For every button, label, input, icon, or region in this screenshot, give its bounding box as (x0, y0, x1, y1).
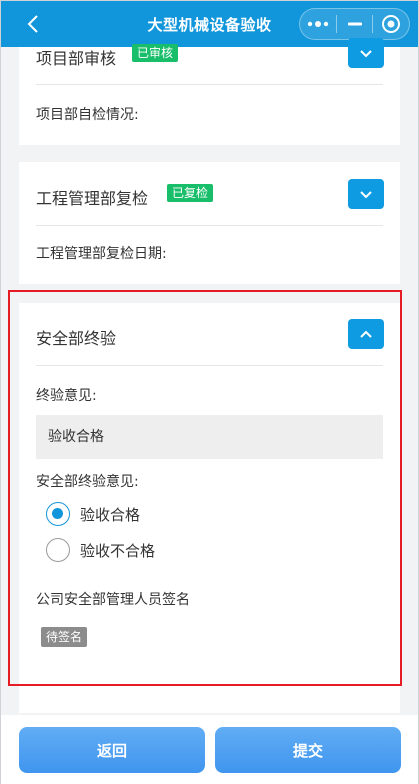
safety-final-card: 安全部终验 终验意见: 验收合格 安全部终验意见: 验收合格 验收不合格 公司安… (19, 303, 400, 713)
divider (36, 365, 383, 366)
engineering-recheck-card: 工程管理部复检 已复检 工程管理部复检日期: (19, 162, 400, 284)
chevron-left-icon (27, 15, 38, 33)
project-review-card: 项目部审核 已审核 项目部自检情况: (19, 38, 400, 145)
collapse-toggle-button[interactable] (348, 319, 384, 349)
section-title: 安全部终验 (36, 329, 117, 348)
divider (36, 84, 383, 85)
back-arrow-button[interactable] (19, 9, 47, 39)
chevron-down-icon (360, 190, 372, 198)
submit-button[interactable]: 提交 (215, 727, 401, 773)
radio-group-label: 安全部终验意见: (36, 474, 139, 490)
status-badge: 已复检 (167, 184, 214, 202)
radio-option-label: 验收不合格 (80, 541, 156, 560)
radio-option-fail[interactable]: 验收不合格 (46, 537, 155, 563)
minus-icon (347, 22, 362, 26)
field-label: 项目部自检情况: (36, 107, 139, 123)
opinion-value-field: 验收合格 (36, 415, 383, 459)
back-button[interactable]: 返回 (19, 727, 205, 773)
more-button[interactable] (300, 9, 336, 39)
footer-bar: 返回 提交 (1, 715, 418, 784)
radio-option-pass[interactable]: 验收合格 (46, 501, 140, 527)
expand-toggle-button[interactable] (348, 38, 384, 68)
close-miniprogram-button[interactable] (373, 9, 409, 39)
chevron-up-icon (360, 330, 372, 338)
divider (36, 225, 383, 226)
chevron-down-icon (360, 49, 372, 57)
field-label: 工程管理部复检日期: (36, 246, 167, 262)
radio-checked-icon (46, 502, 70, 526)
signature-label: 公司安全部管理人员签名 (36, 592, 190, 608)
minimize-button[interactable] (337, 9, 373, 39)
opinion-label: 终验意见: (36, 388, 97, 404)
target-circle-icon (382, 15, 401, 33)
more-dots-icon (307, 21, 329, 27)
page-title: 大型机械设备验收 (147, 15, 272, 34)
expand-toggle-button[interactable] (348, 179, 384, 209)
radio-unchecked-icon (46, 538, 70, 562)
radio-option-label: 验收合格 (80, 505, 141, 524)
mini-program-capsule (299, 8, 410, 40)
status-badge: 已审核 (132, 44, 179, 62)
section-title: 项目部审核 (36, 49, 117, 68)
signature-status-tag[interactable]: 待签名 (41, 627, 88, 647)
section-title: 工程管理部复检 (36, 189, 149, 208)
